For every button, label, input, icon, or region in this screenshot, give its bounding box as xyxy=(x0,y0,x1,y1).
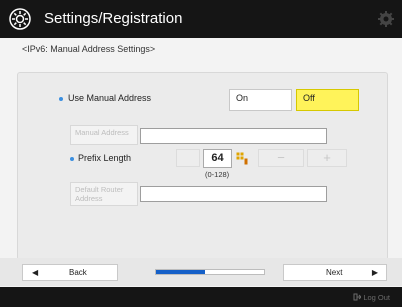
default-router-address-button: Default Router Address xyxy=(70,182,138,206)
step-progress-bar xyxy=(155,269,265,275)
next-arrow-icon: ▶ xyxy=(371,268,378,277)
settings-registration-icon xyxy=(9,8,31,30)
prefix-length-label: Prefix Length xyxy=(78,153,132,163)
increase-button[interactable]: + xyxy=(307,149,347,167)
decrease-button[interactable]: − xyxy=(258,149,304,167)
logout-label: Log Out xyxy=(363,293,390,302)
title-bar: Settings/Registration xyxy=(0,0,402,38)
next-button[interactable]: Next ▶ xyxy=(283,264,387,281)
numeric-keypad-icon[interactable] xyxy=(236,152,248,165)
back-label: Back xyxy=(69,268,87,277)
default-router-address-field[interactable] xyxy=(140,186,327,202)
back-button[interactable]: ◀ Back xyxy=(22,264,118,281)
logout-link[interactable]: Log Out xyxy=(353,293,390,302)
manual-address-field[interactable] xyxy=(140,128,327,144)
settings-panel: Use Manual Address On Off Manual Address… xyxy=(17,72,388,260)
off-button[interactable]: Off xyxy=(296,89,359,111)
manual-address-button: Manual Address xyxy=(70,125,138,145)
prefix-blank-box xyxy=(176,149,200,167)
required-dot xyxy=(70,157,74,161)
logout-icon xyxy=(353,293,362,301)
manual-address-button-label: Manual Address xyxy=(75,128,129,137)
prefix-range-hint: (0-128) xyxy=(205,170,230,179)
step-progress-fill xyxy=(156,270,205,274)
prefix-length-input[interactable]: 64 xyxy=(203,149,232,168)
next-label: Next xyxy=(326,268,343,277)
required-dot xyxy=(59,97,63,101)
gear-icon[interactable] xyxy=(376,9,396,29)
back-arrow-icon: ◀ xyxy=(32,268,39,277)
footer-bar: Log Out xyxy=(0,287,402,307)
use-manual-address-label: Use Manual Address xyxy=(68,93,152,103)
page-title: Settings/Registration xyxy=(44,10,183,27)
breadcrumb: <IPv6: Manual Address Settings> xyxy=(22,44,156,54)
default-router-button-label: Default Router Address xyxy=(75,185,124,203)
on-button[interactable]: On xyxy=(229,89,292,111)
